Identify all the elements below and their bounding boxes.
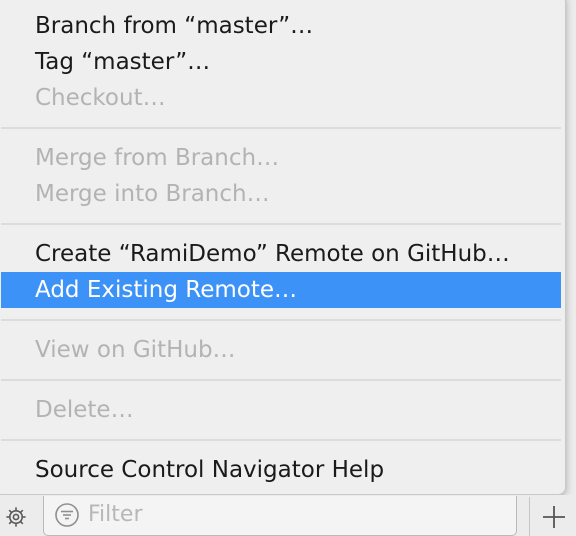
plus-icon[interactable] [541,504,567,530]
menu-item-checkout: Checkout… [35,85,166,111]
menu-item-merge-into-branch: Merge into Branch… [35,181,270,207]
menu-item-tag-master[interactable]: Tag “master”… [1,44,561,80]
menu-item-merge-from-branch: Merge from Branch… [35,145,280,171]
filter-placeholder: Filter [88,502,143,527]
menu-item-create-remote-on-github[interactable]: Create “RamiDemo” Remote on GitHub… [1,236,561,272]
menu-separator [1,319,561,321]
filter-icon [55,503,79,527]
menu-item-branch-from-master[interactable]: Branch from “master”… [1,8,561,44]
menu-separator [1,127,561,129]
menu-separator [1,223,561,225]
context-menu: Branch from “master”… Tag “master”… Chec… [0,0,566,495]
gear-icon[interactable] [2,505,30,529]
bar-divider [529,497,530,536]
menu-item-source-control-navigator-help[interactable]: Source Control Navigator Help [1,452,561,488]
menu-item-view-on-github: View on GitHub… [35,337,236,363]
menu-separator [1,379,561,381]
menu-item-delete: Delete… [35,397,134,423]
filter-input[interactable]: Filter [43,496,517,536]
menu-separator [1,439,561,441]
menu-item-add-existing-remote[interactable]: Add Existing Remote… [1,272,561,308]
